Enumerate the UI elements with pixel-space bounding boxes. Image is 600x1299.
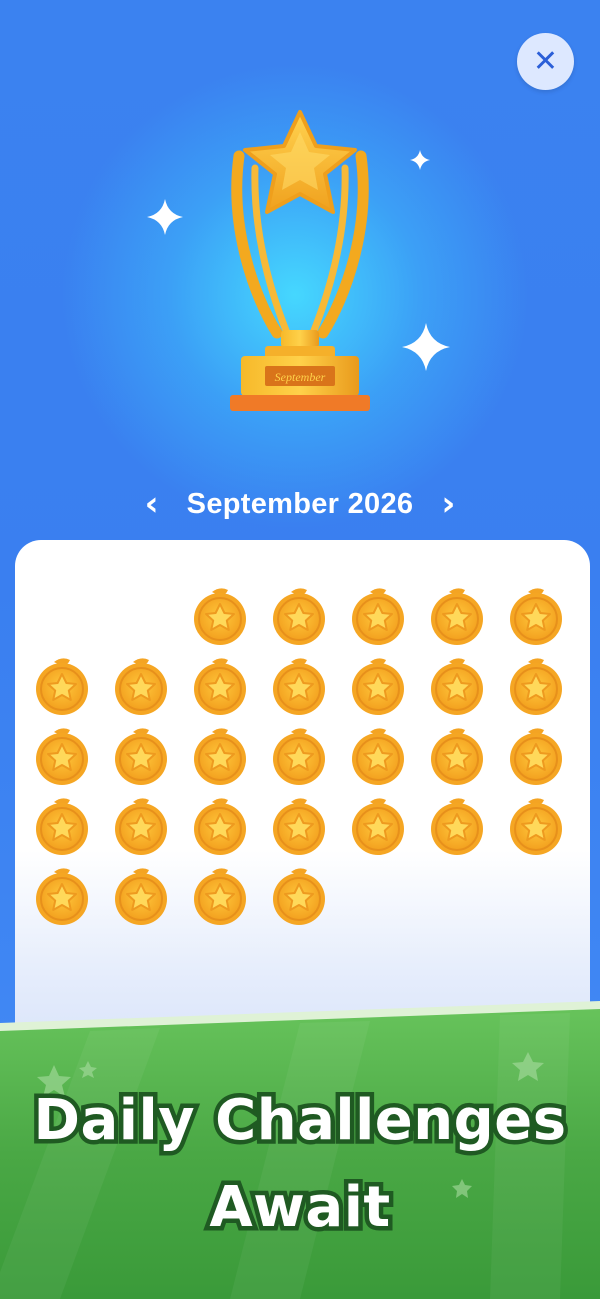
day-medal-icon[interactable] xyxy=(271,656,327,716)
chevron-right-icon[interactable]: › xyxy=(413,487,483,521)
day-medal-icon[interactable] xyxy=(508,796,564,856)
day-medal-icon[interactable] xyxy=(271,796,327,856)
day-medal-icon[interactable] xyxy=(192,726,248,786)
day-medal-icon[interactable] xyxy=(113,726,169,786)
day-medal-icon[interactable] xyxy=(429,586,485,646)
day-medal-icon[interactable] xyxy=(34,726,90,786)
day-medal-icon[interactable] xyxy=(192,866,248,926)
day-medal-icon[interactable] xyxy=(192,656,248,716)
day-medal-icon[interactable] xyxy=(429,726,485,786)
day-medal-icon[interactable] xyxy=(34,796,90,856)
day-medal-icon[interactable] xyxy=(350,726,406,786)
month-navigator: ‹ September 2026 › xyxy=(0,482,600,526)
trophy-icon: September xyxy=(230,110,370,411)
day-medal-icon[interactable] xyxy=(113,866,169,926)
day-medal-icon[interactable] xyxy=(271,726,327,786)
day-medal-icon[interactable] xyxy=(508,656,564,716)
month-label: September 2026 xyxy=(186,487,414,520)
day-medal-icon[interactable] xyxy=(271,586,327,646)
sparkle-icon xyxy=(410,150,430,170)
day-medal-icon[interactable] xyxy=(350,796,406,856)
chevron-left-icon[interactable]: ‹ xyxy=(117,487,187,521)
day-medal-icon[interactable] xyxy=(113,656,169,716)
banner-headline-line2: Await xyxy=(205,1171,395,1245)
day-medal-icon[interactable] xyxy=(350,656,406,716)
day-medal-icon[interactable] xyxy=(34,866,90,926)
banner-headline-line1: Daily Challenges xyxy=(29,1084,571,1158)
day-medal-icon[interactable] xyxy=(192,586,248,646)
close-button[interactable]: ✕ xyxy=(517,33,574,90)
day-medal-icon[interactable] xyxy=(429,796,485,856)
svg-text:September: September xyxy=(275,370,326,384)
day-medal-icon[interactable] xyxy=(508,726,564,786)
day-medal-icon[interactable] xyxy=(508,586,564,646)
day-medal-icon[interactable] xyxy=(113,796,169,856)
day-medal-icon[interactable] xyxy=(271,866,327,926)
sparkle-icon xyxy=(402,323,450,371)
day-medal-icon[interactable] xyxy=(192,796,248,856)
close-icon: ✕ xyxy=(532,44,559,79)
day-medal-icon[interactable] xyxy=(429,656,485,716)
day-medal-icon[interactable] xyxy=(34,656,90,716)
day-medal-icon[interactable] xyxy=(350,586,406,646)
sparkle-icon xyxy=(147,199,183,235)
